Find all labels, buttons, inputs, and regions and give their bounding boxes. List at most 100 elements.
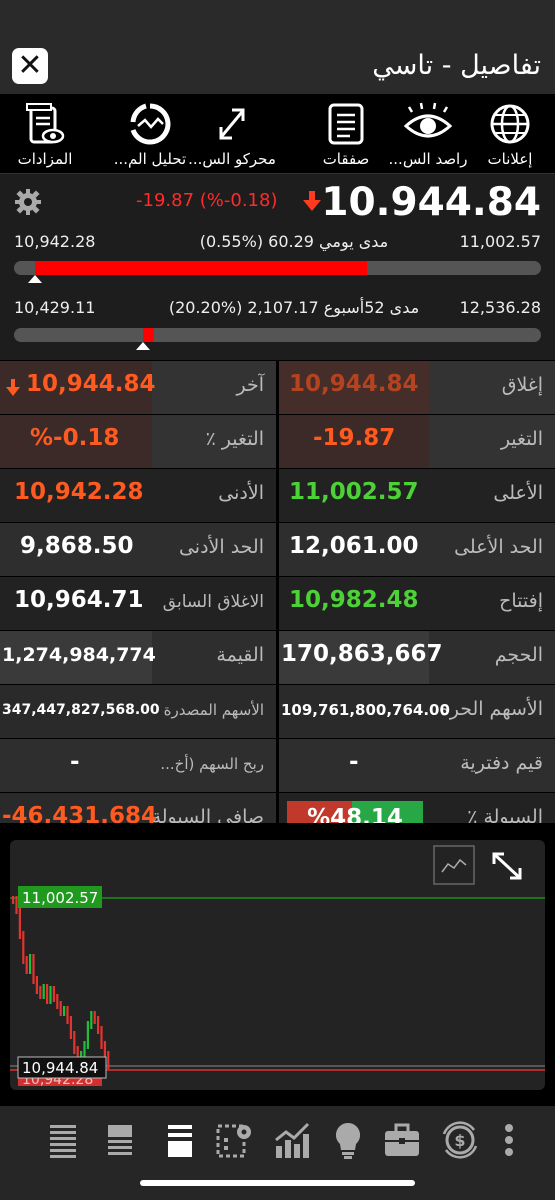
list-icon[interactable] xyxy=(160,1120,200,1160)
candle xyxy=(56,994,59,1009)
cell-value-traded: القيمة 1,274,984,774 xyxy=(0,631,276,684)
cell-label: الأسهم المصدرة xyxy=(163,701,264,719)
cell-label: صافي السيولة xyxy=(151,806,264,823)
cell-value: - xyxy=(349,749,359,775)
change-text: -19.87 (%-0.18) xyxy=(136,190,278,211)
briefcase-icon[interactable] xyxy=(382,1120,422,1160)
cell-prev-close: الاغلاق السابق 10,964.71 xyxy=(0,577,276,630)
toolbar: إعلانات راصد الس... صفقات محركو الس... ت… xyxy=(0,94,555,174)
daily-high: 11,002.57 xyxy=(459,232,541,251)
candle xyxy=(73,1031,76,1054)
gear-icon[interactable] xyxy=(14,188,42,216)
cell-value: 12,061.00 xyxy=(289,533,419,559)
expand-icon[interactable] xyxy=(492,852,522,880)
cell-label: السيولة ٪ xyxy=(467,806,543,823)
candle xyxy=(97,1016,100,1034)
chart-panel: 11,002.57 10,942.28 10,944.84 xyxy=(10,840,545,1090)
more-icon[interactable] xyxy=(494,1120,524,1160)
list-icon xyxy=(328,103,364,145)
cell-issued-shares: الأسهم المصدرة 347,447,827,568.00 xyxy=(0,685,276,738)
close-button[interactable]: ✕ xyxy=(12,48,48,84)
cell-value: 170,863,667 xyxy=(281,641,443,667)
chart-up-icon[interactable] xyxy=(272,1120,312,1160)
arrow-down-icon xyxy=(303,191,321,211)
week52-high: 12,536.28 xyxy=(459,298,541,317)
cell-value: -46,431,684 xyxy=(2,803,158,823)
cell-value: 9,868.50 xyxy=(20,533,134,559)
lightbulb-icon[interactable] xyxy=(328,1120,368,1160)
list-icon[interactable] xyxy=(100,1120,140,1160)
tool-market-watcher[interactable]: راصد الس... xyxy=(383,94,473,174)
candle xyxy=(69,1016,72,1039)
cell-close: إغلاق 10,944.84 xyxy=(279,361,555,414)
cell-value: 10,982.48 xyxy=(289,587,419,613)
candle xyxy=(22,931,25,964)
svg-text:$: $ xyxy=(454,1131,465,1150)
candle xyxy=(66,1006,69,1024)
home-indicator xyxy=(140,1180,415,1186)
week52-range-bar xyxy=(14,328,541,350)
summary-panel: -19.87 (%-0.18) 10.944.84 10,942.28 مدى … xyxy=(0,174,555,360)
analysis-icon xyxy=(130,103,171,145)
cell-value: %48.14 xyxy=(307,805,403,823)
cell-label: إفتتاح xyxy=(499,590,543,612)
daily-range-fill xyxy=(35,261,368,275)
candle xyxy=(39,986,42,999)
arrows-icon xyxy=(219,108,245,140)
status-bar xyxy=(0,0,555,40)
candle xyxy=(63,1006,66,1016)
list-icon[interactable] xyxy=(44,1120,84,1160)
week52-range-label: مدى 52أسبوع 2,107.17 (%20.20) xyxy=(168,298,420,317)
tool-trades[interactable]: صفقات xyxy=(301,94,391,174)
daily-low: 10,942.28 xyxy=(14,232,96,251)
cell-value: 10,964.71 xyxy=(14,587,144,613)
cell-open: إفتتاح 10,982.48 xyxy=(279,577,555,630)
daily-range-bar xyxy=(14,261,541,283)
high-label: 11,002.57 xyxy=(22,889,98,907)
last-price: 10.944.84 xyxy=(321,180,541,225)
cell-change: التغير -19.87 xyxy=(279,415,555,468)
cell-value: 10,942.28 xyxy=(14,479,144,505)
week52-range-fill xyxy=(143,328,154,342)
cell-low: الأدنى 10,942.28 xyxy=(0,469,276,522)
tool-label: المزادات xyxy=(17,150,73,168)
tool-auctions[interactable]: المزادات xyxy=(0,94,90,174)
globe-icon xyxy=(490,104,530,144)
cell-book-value: قيم دفترية - xyxy=(279,739,555,792)
tool-label: إعلانات xyxy=(487,150,533,168)
close-icon: ✕ xyxy=(17,48,43,83)
cell-value: - xyxy=(70,749,80,775)
last-label: 10,944.84 xyxy=(22,1059,98,1077)
cell-net-liquidity: صافي السيولة -46,431,684 xyxy=(0,793,276,823)
cell-last: آخر 10,944.84 xyxy=(0,361,276,414)
candle xyxy=(25,956,28,974)
line-chart-toggle[interactable] xyxy=(433,845,475,885)
cell-upper-limit: الحد الأعلى 12,061.00 xyxy=(279,523,555,576)
cell-change-pct: التغير ٪ %-0.18 xyxy=(0,415,276,468)
cell-label: إغلاق xyxy=(501,374,543,396)
header: ✕ تفاصيل - تاسي xyxy=(0,40,555,94)
cell-value: 10,944.84 xyxy=(26,371,156,397)
dollar-icon[interactable]: $ xyxy=(440,1120,480,1160)
candle xyxy=(90,1011,93,1029)
candle xyxy=(52,986,55,1002)
candle xyxy=(93,1011,96,1024)
cell-label: الحد الأعلى xyxy=(454,536,543,558)
cell-label: الأسهم الحرة xyxy=(439,698,543,720)
tool-label: تحليل الم... xyxy=(113,150,187,168)
value-highlight xyxy=(279,361,429,414)
candle xyxy=(18,906,21,939)
settings-board-icon[interactable] xyxy=(214,1120,254,1160)
cell-label: الاغلاق السابق xyxy=(162,592,264,612)
tool-market-movers[interactable]: محركو الس... xyxy=(187,94,277,174)
cell-label: الأدنى xyxy=(218,482,264,504)
cell-lower-limit: الحد الأدنى 9,868.50 xyxy=(0,523,276,576)
cell-volume: الحجم 170,863,667 xyxy=(279,631,555,684)
tool-announcements[interactable]: إعلانات xyxy=(465,94,555,174)
candle xyxy=(103,1041,106,1059)
candle xyxy=(15,896,18,914)
tool-analysis[interactable]: تحليل الم... xyxy=(105,94,195,174)
candle xyxy=(46,984,49,1004)
cell-label: قيم دفترية xyxy=(460,752,543,774)
details-grid: إغلاق 10,944.84 آخر 10,944.84 التغير -19… xyxy=(0,361,555,823)
